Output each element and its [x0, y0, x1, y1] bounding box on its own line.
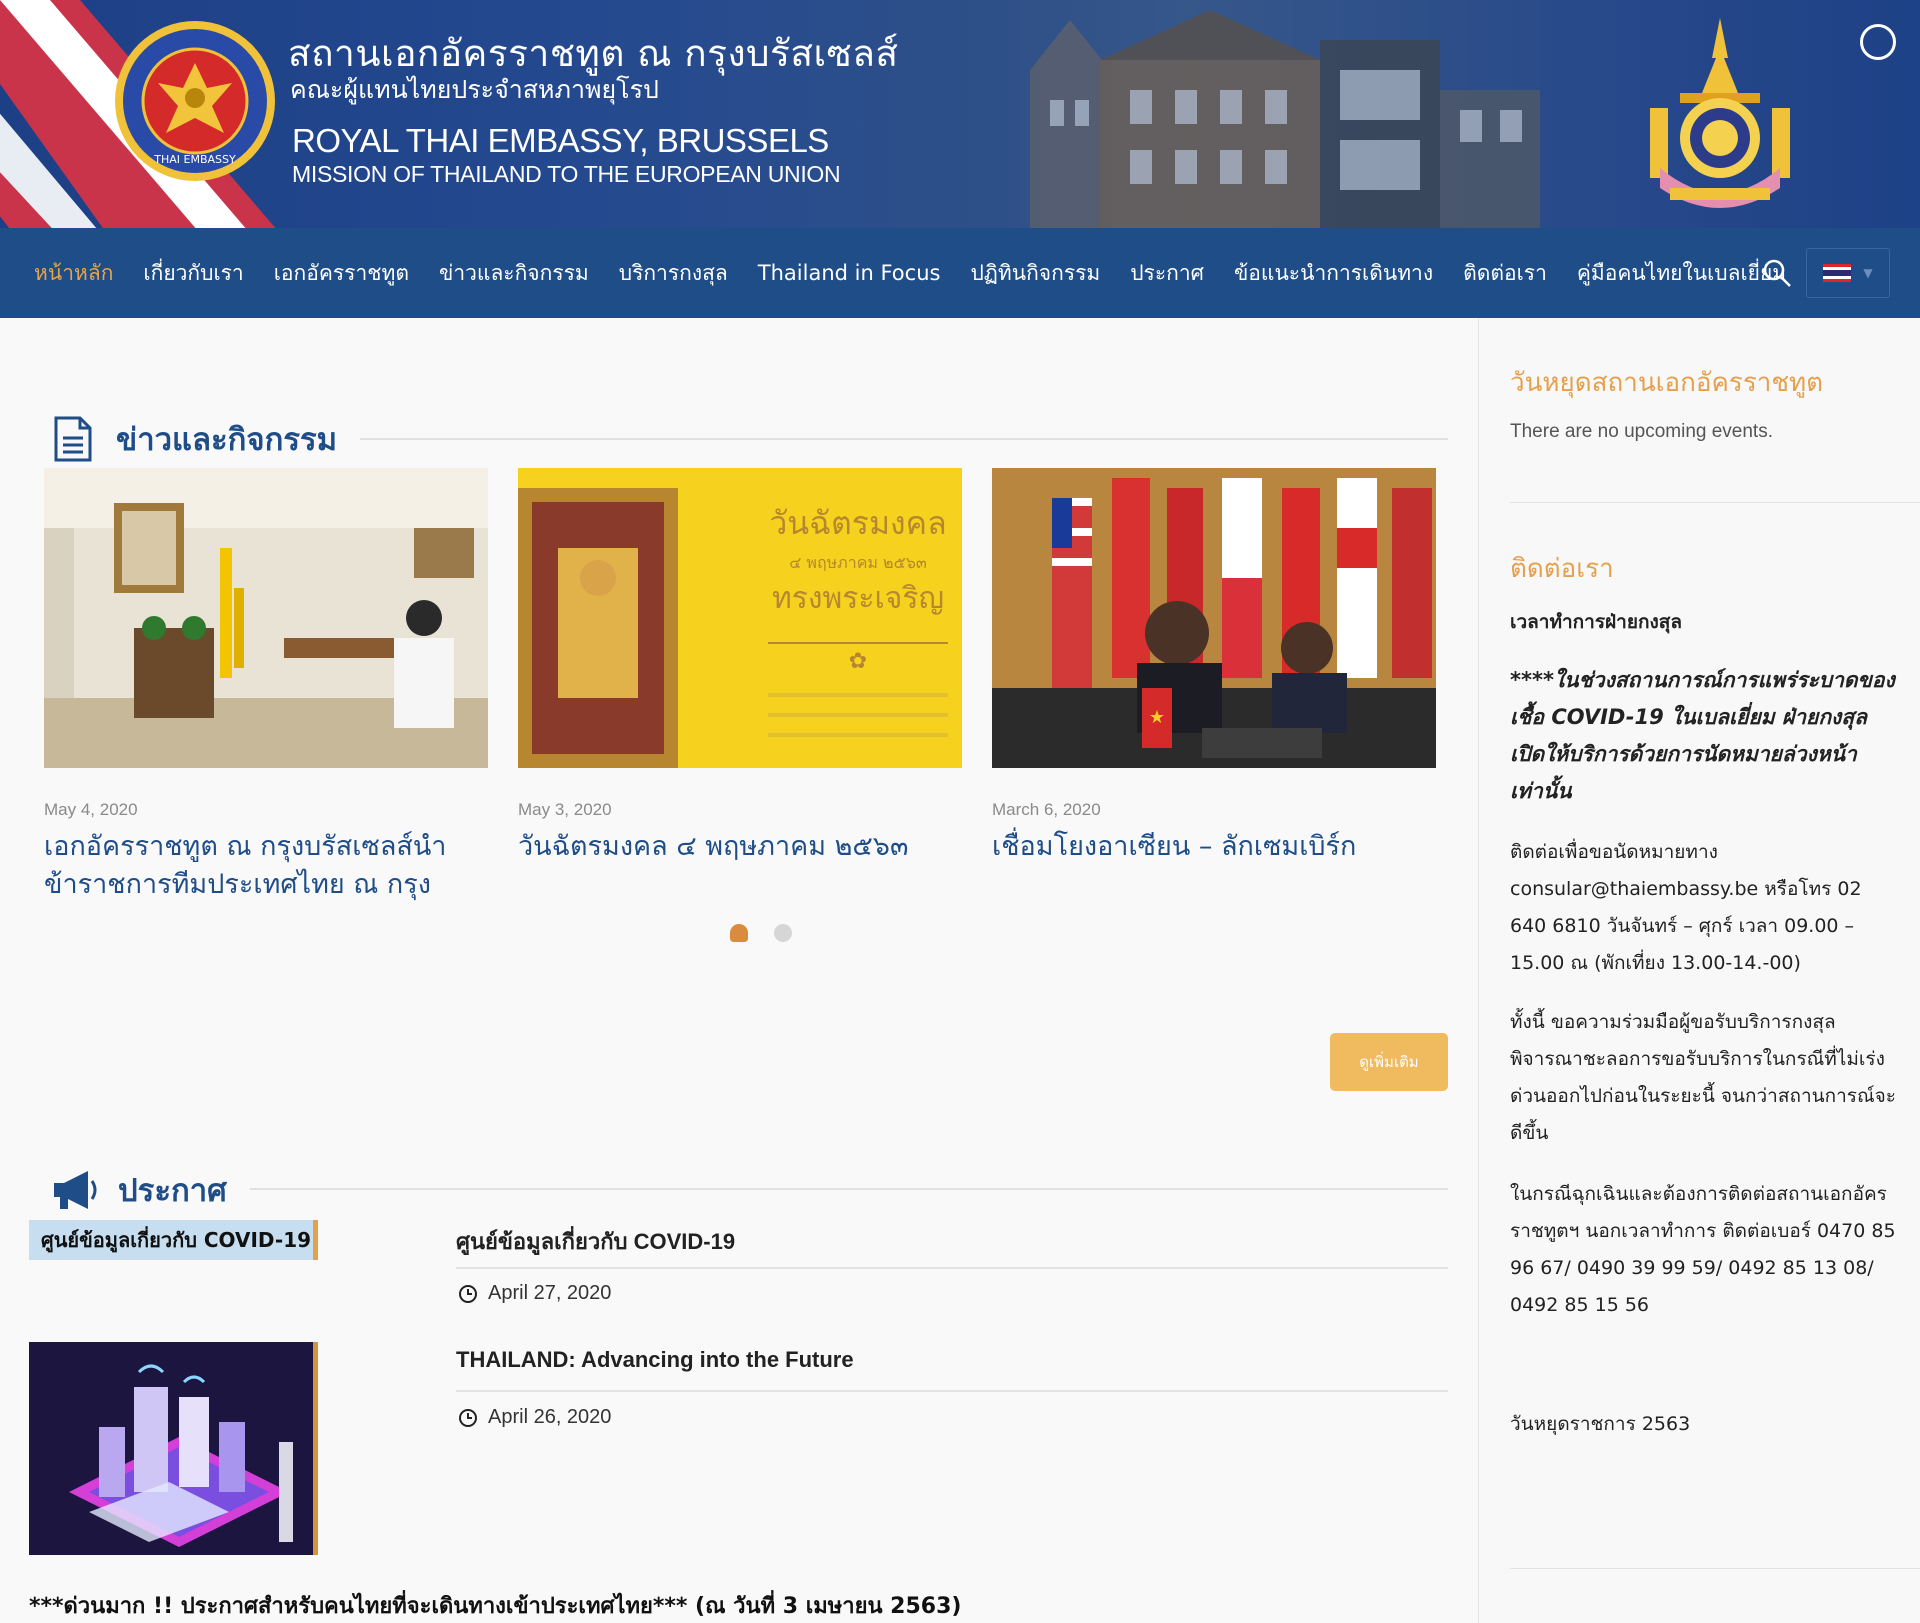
- divider: [456, 1267, 1448, 1269]
- nav-item[interactable]: บริการกงสุล: [619, 257, 728, 290]
- public-holidays-link[interactable]: วันหยุดราชการ 2563: [1510, 1406, 1900, 1443]
- announcement-date: April 27, 2020: [458, 1282, 611, 1305]
- news-title[interactable]: วันฉัตรมงคล ๔ พฤษภาคม ๒๕๖๓: [518, 828, 962, 866]
- contact-heading[interactable]: ติดต่อเรา: [1510, 548, 1614, 589]
- svg-text:THAI EMBASSY: THAI EMBASSY: [153, 153, 236, 166]
- nav-menu: หน้าหลัก เกี่ยวกับเรา เอกอัครราชทูต ข่าวและ…: [34, 228, 1786, 318]
- nav-item[interactable]: ประกาศ: [1130, 257, 1204, 290]
- embassy-seal-logo: THAI EMBASSY: [115, 21, 275, 181]
- divider: [1510, 502, 1920, 503]
- announcement-date: April 26, 2020: [458, 1406, 611, 1429]
- news-date: May 4, 2020: [44, 800, 138, 819]
- news-section-header: ข่าวและกิจกรรม: [52, 414, 337, 464]
- divider: [360, 438, 1448, 440]
- covid-info-tag[interactable]: ศูนย์ข้อมูลเกี่ยวกับ COVID-19: [29, 1220, 318, 1260]
- news-title[interactable]: เอกอัครราชทูต ณ กรุงบรัสเซลส์นำข้าราชการ…: [44, 828, 488, 904]
- divider: [250, 1188, 1448, 1190]
- site-subtitle-english: MISSION OF THAILAND TO THE EUROPEAN UNIO…: [292, 161, 841, 187]
- announcements-section-header: ประกาศ: [50, 1165, 227, 1215]
- language-selector[interactable]: ▼: [1806, 248, 1890, 298]
- clock-icon: [459, 1284, 477, 1303]
- announcement-thumbnail[interactable]: [29, 1342, 318, 1555]
- divider: [1510, 1568, 1920, 1569]
- header-banner: THAI EMBASSY สถานเอกอัครราชทูต ณ กรุงบรั…: [0, 0, 1920, 228]
- announcement-title[interactable]: ศูนย์ข้อมูลเกี่ยวกับ COVID-19: [456, 1224, 735, 1259]
- news-card[interactable]: [44, 468, 488, 768]
- consular-hours-label: เวลาทำการฝ่ายกงสุล: [1510, 611, 1683, 633]
- cooperation-notice: ทั้งนี้ ขอความร่วมมือผู้ขอรับบริการกงสุล…: [1510, 1011, 1896, 1144]
- news-heading[interactable]: ข่าวและกิจกรรม: [116, 414, 337, 464]
- nav-item[interactable]: คู่มือคนไทยในเบลเยี่ยม: [1577, 257, 1786, 290]
- svg-text:✿: ✿: [849, 649, 867, 674]
- news-image[interactable]: ★: [992, 468, 1436, 768]
- covid-notice: ****ในช่วงสถานการณ์การแพร่ระบาดของเชื้อ …: [1510, 668, 1895, 803]
- news-date: March 6, 2020: [992, 800, 1101, 819]
- view-more-button[interactable]: ดูเพิ่มเติม: [1330, 1033, 1448, 1091]
- document-icon: [54, 416, 92, 462]
- image-caption-blessing: ทรงพระเจริญ: [772, 581, 944, 616]
- nav-item[interactable]: ปฏิทินกิจกรรม: [970, 257, 1100, 290]
- nav-item[interactable]: ติดต่อเรา: [1463, 257, 1547, 290]
- holidays-heading[interactable]: วันหยุดสถานเอกอัครราชทูต: [1510, 362, 1823, 403]
- megaphone-icon: [54, 1171, 97, 1209]
- news-image[interactable]: วันฉัตรมงคล ๔ พฤษภาคม ๒๕๖๓ ทรงพระเจริญ ✿: [518, 468, 962, 768]
- carousel-dot[interactable]: [774, 924, 792, 942]
- news-card[interactable]: วันฉัตรมงคล ๔ พฤษภาคม ๒๕๖๓ ทรงพระเจริญ ✿: [518, 468, 962, 768]
- news-title[interactable]: เชื่อมโยงอาเซียน – ลักเซมเบิร์ก: [992, 828, 1436, 866]
- announcement-title[interactable]: THAILAND: Advancing into the Future: [456, 1347, 854, 1373]
- appointment-info: ติดต่อเพื่อขอนัดหมายทาง consular@thaiemb…: [1510, 841, 1862, 974]
- embassy-building-image: [900, 0, 1540, 228]
- news-card[interactable]: ★: [992, 468, 1436, 768]
- thai-flag-icon: [1823, 264, 1852, 282]
- nav-item[interactable]: หน้าหลัก: [34, 257, 113, 290]
- news-date: May 3, 2020: [518, 800, 612, 819]
- menu-toggle-button[interactable]: [1860, 24, 1896, 60]
- site-subtitle-thai: คณะผู้แทนไทยประจำสหภาพยุโรป: [290, 75, 659, 104]
- nav-item[interactable]: เกี่ยวกับเรา: [143, 257, 243, 290]
- image-caption-title: วันฉัตรมงคล: [769, 504, 946, 542]
- announcement-date-text: April 26, 2020: [488, 1406, 612, 1428]
- image-caption-date: ๔ พฤษภาคม ๒๕๖๓: [789, 553, 927, 572]
- search-icon[interactable]: [1762, 258, 1792, 288]
- royal-emblem-logo: [1650, 18, 1790, 208]
- clock-icon: [459, 1408, 477, 1427]
- site-title-english: ROYAL THAI EMBASSY, BRUSSELS: [292, 122, 829, 159]
- news-image[interactable]: [44, 468, 488, 768]
- nav-item[interactable]: Thailand in Focus: [758, 261, 941, 285]
- divider: [456, 1390, 1448, 1392]
- main-navigation: หน้าหลัก เกี่ยวกับเรา เอกอัครราชทูต ข่าวและ…: [0, 228, 1920, 318]
- emergency-contact: ในกรณีฉุกเฉินและต้องการติดต่อสถานเอกอัคร…: [1510, 1183, 1896, 1316]
- urgent-announcement-link[interactable]: ***ด่วนมาก !! ประกาศสำหรับคนไทยที่จะเดิน…: [29, 1588, 961, 1623]
- nav-item[interactable]: เอกอัครราชทูต: [274, 257, 409, 290]
- svg-text:★: ★: [1149, 707, 1165, 728]
- announcements-heading[interactable]: ประกาศ: [118, 1165, 227, 1215]
- carousel-dot[interactable]: [730, 924, 748, 942]
- nav-item[interactable]: ข้อแนะนำการเดินทาง: [1234, 257, 1433, 290]
- carousel-pagination: [730, 924, 792, 942]
- nav-item[interactable]: ข่าวและกิจกรรม: [439, 257, 589, 290]
- no-events-text: There are no upcoming events.: [1510, 421, 1773, 442]
- announcement-date-text: April 27, 2020: [488, 1282, 612, 1304]
- chevron-down-icon: ▼: [1863, 266, 1873, 280]
